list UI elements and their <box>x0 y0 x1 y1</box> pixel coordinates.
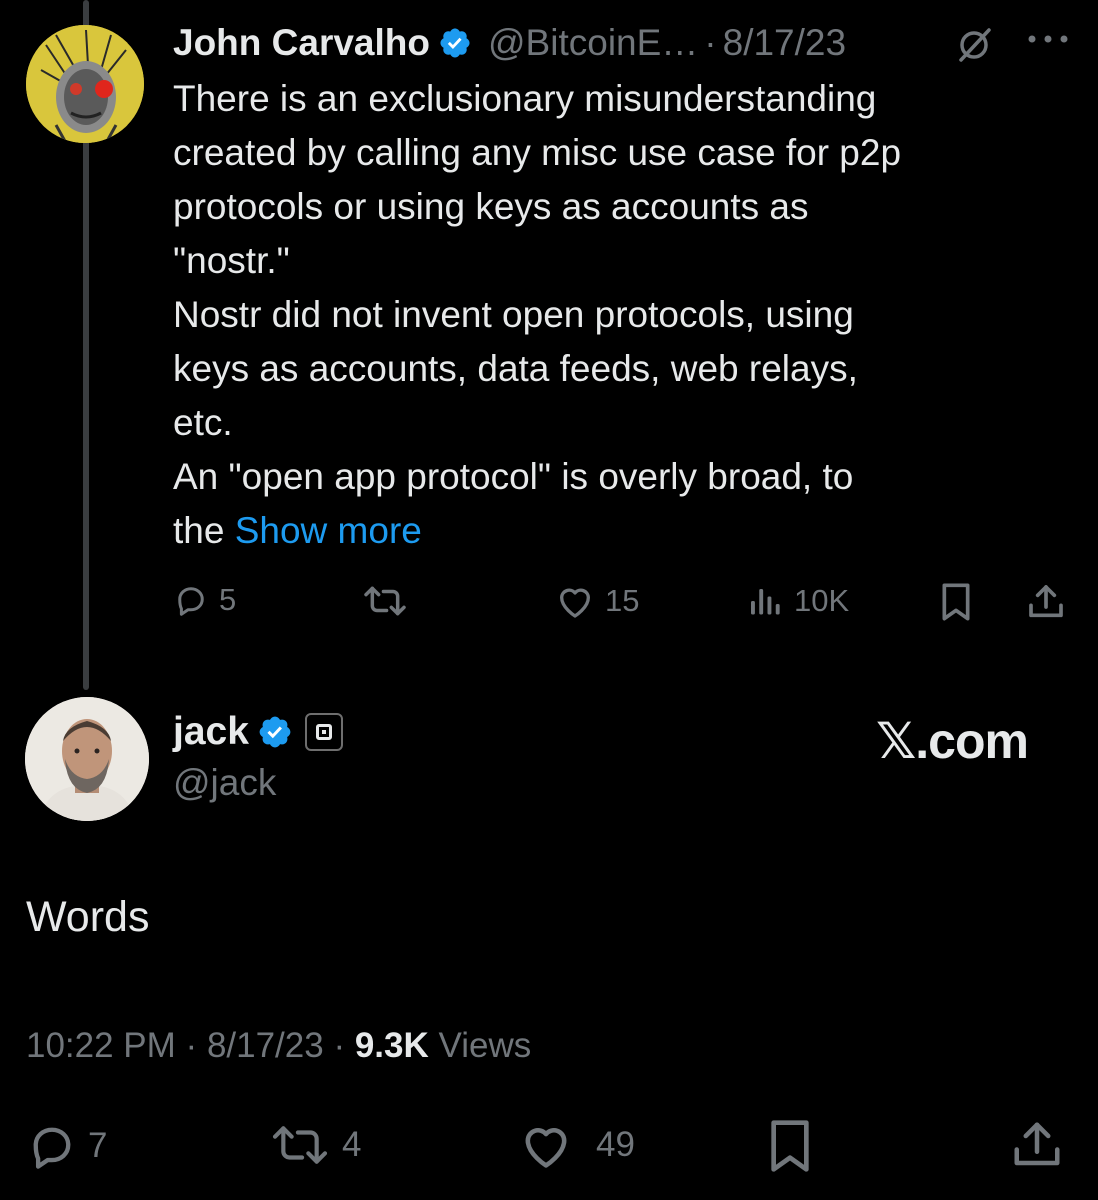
repost-icon <box>360 582 410 620</box>
reply-icon <box>26 1120 78 1172</box>
repost-button[interactable]: 4 <box>268 1120 361 1170</box>
views-count: 9.3K <box>354 1026 429 1065</box>
verified-badge-icon <box>257 714 293 750</box>
tweet-time[interactable]: 10:22 PM <box>26 1026 176 1065</box>
tweet-date[interactable]: 8/17/23 <box>207 1026 324 1065</box>
repost-count: 4 <box>342 1125 362 1164</box>
like-icon <box>518 1120 574 1170</box>
grok-icon[interactable] <box>955 24 995 64</box>
repost-button[interactable] <box>360 582 410 620</box>
tweet-1-header: John Carvalho @BitcoinE… · 8/17/23 <box>173 18 846 68</box>
tweet-line: "nostr." <box>173 240 290 281</box>
tweet-1-text: There is an exclusionary misunderstandin… <box>173 72 1053 558</box>
like-count: 15 <box>605 583 640 618</box>
share-button[interactable] <box>1025 582 1067 622</box>
avatar-john-carvalho[interactable] <box>26 25 144 143</box>
tweet-line-last: the Show more <box>173 504 1053 558</box>
tweet-line-prefix: the <box>173 510 235 551</box>
tweet-line: protocols or using keys as accounts as <box>173 186 809 227</box>
separator: · <box>185 1026 198 1065</box>
share-button[interactable] <box>1010 1118 1064 1172</box>
views-icon <box>748 582 784 620</box>
like-count: 49 <box>596 1125 635 1164</box>
like-button[interactable]: 49 <box>518 1120 635 1170</box>
reply-count: 5 <box>219 582 237 617</box>
author-handle[interactable]: @BitcoinE… <box>488 22 698 64</box>
bookmark-button[interactable] <box>766 1118 814 1174</box>
tweet-line: keys as accounts, data feeds, web relays… <box>173 348 858 389</box>
bookmark-button[interactable] <box>938 582 974 622</box>
bookmark-icon <box>766 1118 814 1174</box>
avatar-jack[interactable] <box>25 697 149 821</box>
xcom-watermark: 𝕏.com <box>876 713 1029 769</box>
like-icon <box>555 582 595 620</box>
reply-icon <box>173 582 209 618</box>
repost-icon <box>268 1120 332 1170</box>
separator: · <box>333 1026 346 1065</box>
tweet-line: An "open app protocol" is overly broad, … <box>173 456 854 497</box>
tweet-2-meta: 10:22 PM · 8/17/23 · 9.3K Views <box>26 1026 531 1066</box>
tweet-line: There is an exclusionary misunderstandin… <box>173 78 877 119</box>
tweet-2-text: Words <box>26 893 150 941</box>
reply-button[interactable]: 7 <box>26 1120 107 1172</box>
show-more-link[interactable]: Show more <box>235 510 422 551</box>
reply-button[interactable]: 5 <box>173 582 236 618</box>
author-name[interactable]: John Carvalho <box>173 22 430 64</box>
more-icon[interactable] <box>1026 32 1070 46</box>
views-label: Views <box>438 1026 532 1065</box>
tweet-2-author: jack <box>173 710 343 754</box>
author-name[interactable]: jack <box>173 710 249 754</box>
views-button[interactable]: 10K <box>748 582 849 620</box>
bookmark-icon <box>938 582 974 622</box>
tweet-line: created by calling any misc use case for… <box>173 132 902 173</box>
tweet-date[interactable]: 8/17/23 <box>723 22 846 64</box>
reply-count: 7 <box>88 1126 108 1165</box>
tweet-line: Nostr did not invent open protocols, usi… <box>173 294 854 335</box>
like-button[interactable]: 15 <box>555 582 639 620</box>
author-handle[interactable]: @jack <box>173 762 276 804</box>
views-count: 10K <box>794 583 850 618</box>
affiliate-badge-icon[interactable] <box>304 713 343 751</box>
share-icon <box>1010 1118 1064 1172</box>
separator: · <box>704 22 717 63</box>
verified-badge-icon <box>438 26 472 60</box>
tweet-line: etc. <box>173 402 233 443</box>
share-icon <box>1025 582 1067 622</box>
